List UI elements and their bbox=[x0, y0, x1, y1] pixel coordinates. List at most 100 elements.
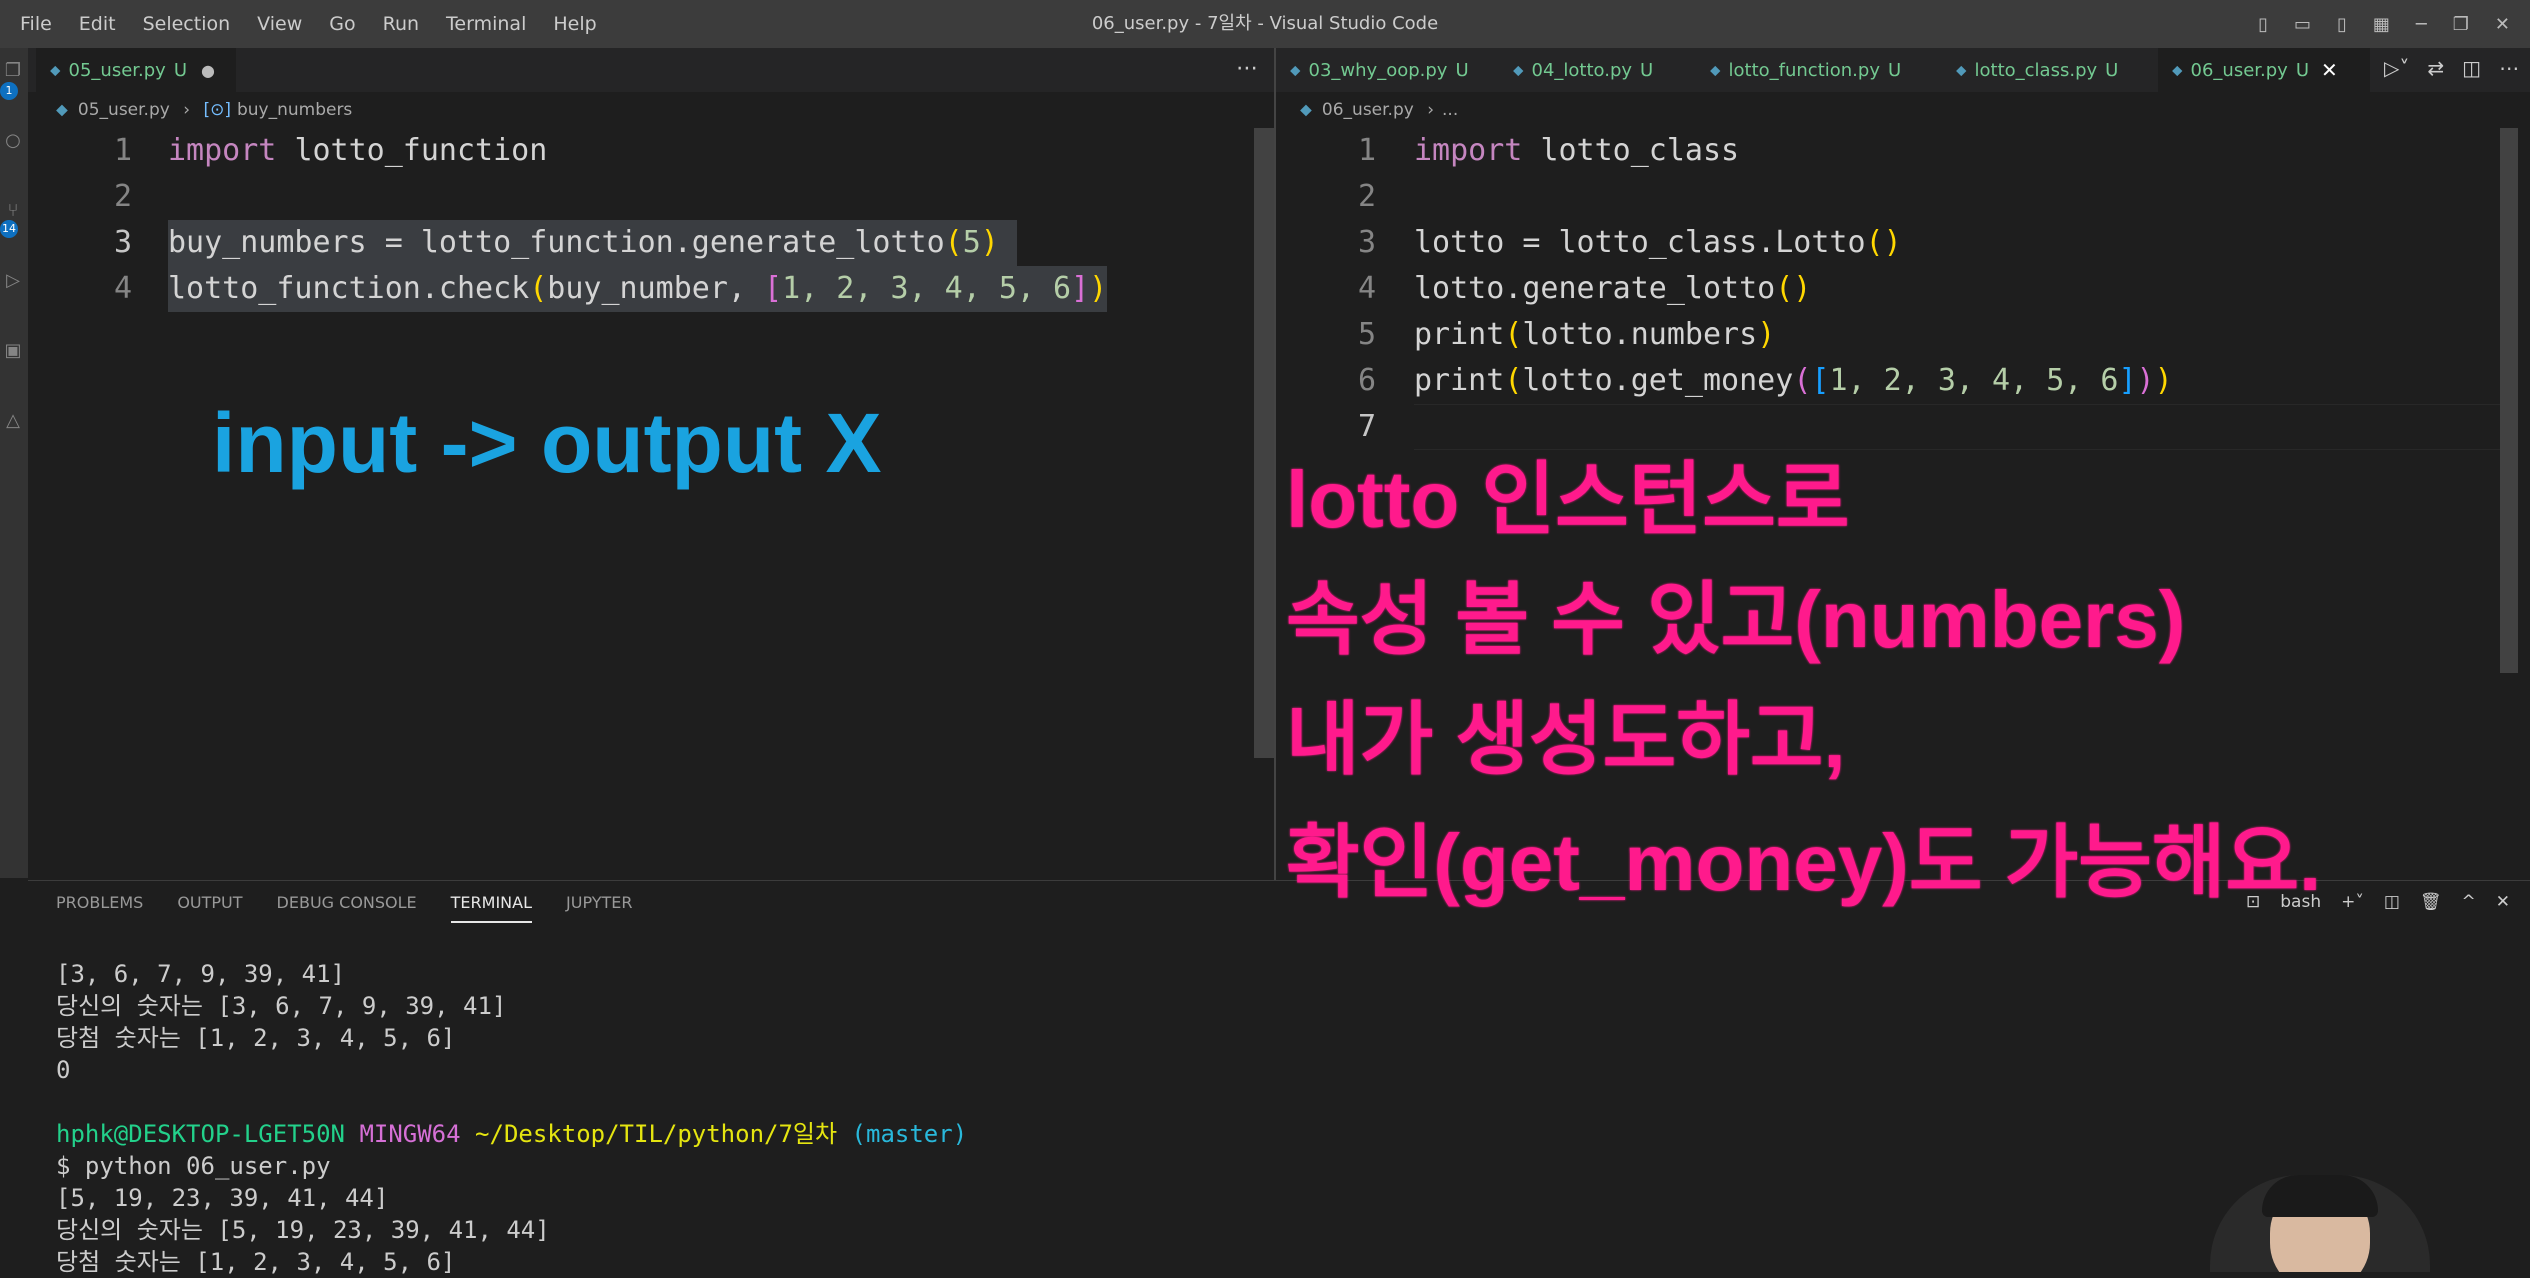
left-tab-bar: ⬥ 05_user.py U ● ⋯ bbox=[28, 48, 1274, 92]
tab-debug-console[interactable]: DEBUG CONSOLE bbox=[277, 893, 417, 923]
new-terminal-icon[interactable]: +˅ bbox=[2341, 892, 2364, 912]
tab-04-lotto[interactable]: ⬥ 04_lotto.py U bbox=[1499, 48, 1694, 92]
search-icon[interactable]: ○ bbox=[2, 130, 24, 152]
line-number: 2 bbox=[113, 179, 132, 214]
python-file-icon: ⬥ bbox=[1300, 100, 1312, 120]
line-number: 4 bbox=[1357, 271, 1376, 306]
line-number: 2 bbox=[1357, 179, 1376, 214]
menu-view[interactable]: View bbox=[257, 13, 302, 35]
code-line-3: lotto = lotto_class.Lotto() bbox=[1414, 225, 1902, 260]
explorer-badge: 1 bbox=[0, 82, 18, 100]
tab-03-why-oop[interactable]: ⬥ 03_why_oop.py U bbox=[1276, 48, 1491, 92]
line-number: 3 bbox=[1357, 225, 1376, 260]
line-number: 1 bbox=[113, 133, 132, 168]
breadcrumb: ⬥ 05_user.py › [⊙] buy_numbers bbox=[56, 92, 352, 128]
python-file-icon: ⬥ bbox=[1956, 61, 1967, 79]
tab-label: 05_user.py bbox=[68, 59, 166, 81]
toggle-secondary-sidebar-icon[interactable]: ▯ bbox=[2337, 14, 2347, 35]
line-number: 3 bbox=[113, 225, 132, 260]
editor-divider[interactable] bbox=[1274, 48, 1276, 880]
python-file-icon: ⬥ bbox=[1513, 61, 1524, 79]
extensions-icon[interactable]: ▣ bbox=[2, 340, 24, 362]
kill-terminal-icon[interactable]: 🗑 bbox=[2420, 892, 2442, 912]
annotation-blue: input -> output X bbox=[212, 396, 882, 490]
python-file-icon: ⬥ bbox=[50, 61, 61, 79]
python-file-icon: ⬥ bbox=[1710, 61, 1721, 79]
tab-lotto-class[interactable]: ⬥ lotto_class.py U bbox=[1942, 48, 2157, 92]
split-editor-icon[interactable]: ◫ bbox=[2462, 56, 2481, 80]
split-terminal-icon[interactable]: ◫ bbox=[2384, 892, 2400, 912]
customize-layout-icon[interactable]: ▦ bbox=[2373, 14, 2390, 35]
terminal-line: 당신의 숫자는 [5, 19, 23, 39, 41, 44] bbox=[56, 1216, 550, 1244]
person-hair bbox=[2262, 1175, 2378, 1217]
annotation-pink-2: 속성 볼 수 있고(numbers) bbox=[1286, 575, 2186, 664]
right-tab-bar: ⬥ 03_why_oop.py U ⬥ 04_lotto.py U ⬥ lotto_fun… bbox=[1276, 48, 2530, 92]
menu-edit[interactable]: Edit bbox=[79, 13, 116, 35]
tab-status: U bbox=[173, 59, 188, 81]
terminal-line: [5, 19, 23, 39, 41, 44] bbox=[56, 1184, 389, 1212]
tab-jupyter[interactable]: JUPYTER bbox=[566, 893, 633, 923]
minimize-button[interactable]: ─ bbox=[2416, 14, 2427, 35]
more-actions-icon[interactable]: ⋯ bbox=[1236, 56, 1258, 81]
source-control-icon[interactable]: ⑂ bbox=[2, 200, 24, 222]
terminal-line: 당신의 숫자는 [3, 6, 7, 9, 39, 41] bbox=[56, 992, 507, 1020]
left-scrollbar[interactable] bbox=[1254, 128, 1274, 758]
close-tab-icon[interactable]: ✕ bbox=[2321, 58, 2338, 82]
menu-run[interactable]: Run bbox=[383, 13, 419, 35]
python-file-icon: ⬥ bbox=[1290, 61, 1301, 79]
breadcrumb-symbol[interactable]: buy_numbers bbox=[237, 100, 352, 120]
toggle-panel-icon[interactable]: ▭ bbox=[2294, 14, 2311, 35]
run-icon[interactable]: ▷˅ bbox=[2384, 56, 2409, 80]
terminal-line: 0 bbox=[56, 1056, 71, 1084]
tab-05-user[interactable]: ⬥ 05_user.py U ● bbox=[36, 48, 236, 92]
terminal-line: $ python 06_user.py bbox=[56, 1152, 331, 1180]
toggle-sidebar-icon[interactable]: ▯ bbox=[2258, 14, 2268, 35]
activity-bar bbox=[0, 48, 28, 878]
line-number: 1 bbox=[1357, 133, 1376, 168]
testing-icon[interactable]: △ bbox=[2, 410, 24, 432]
line-number: 5 bbox=[1357, 317, 1376, 352]
tab-problems[interactable]: PROBLEMS bbox=[56, 893, 143, 923]
terminal-prompt: hphk@DESKTOP-LGET50N MINGW64 ~/Desktop/T… bbox=[56, 1120, 968, 1148]
chevron-right-icon: › bbox=[183, 100, 191, 120]
explorer-icon[interactable]: ❐ bbox=[2, 60, 24, 82]
more-actions-icon[interactable]: ⋯ bbox=[2499, 56, 2519, 80]
code-line-6: print(lotto.get_money([1, 2, 3, 4, 5, 6]… bbox=[1414, 363, 2173, 398]
python-file-icon: ⬥ bbox=[2172, 61, 2183, 79]
compare-icon[interactable]: ⇄ bbox=[2427, 56, 2444, 80]
tab-output[interactable]: OUTPUT bbox=[177, 893, 242, 923]
menu-go[interactable]: Go bbox=[329, 13, 355, 35]
unsaved-dot-icon[interactable]: ● bbox=[201, 61, 215, 80]
close-window-button[interactable]: ✕ bbox=[2495, 14, 2510, 35]
tab-terminal[interactable]: TERMINAL bbox=[450, 893, 533, 923]
breadcrumb-file[interactable]: 06_user.py bbox=[1322, 100, 1414, 120]
code-line-3: buy_numbers = lotto_function.generate_lo… bbox=[168, 220, 1017, 266]
annotation-pink-4: 확인(get_money)도 가능해요. bbox=[1286, 818, 2322, 907]
annotation-pink-1: lotto 인스턴스로 bbox=[1286, 455, 1850, 544]
tab-06-user[interactable]: ⬥ 06_user.py U ✕ bbox=[2158, 48, 2370, 92]
menu-file[interactable]: File bbox=[20, 13, 52, 35]
breadcrumb-right: ⬥ 06_user.py ›... bbox=[1300, 92, 1458, 128]
panel-tabs: PROBLEMS OUTPUT DEBUG CONSOLE TERMINAL J… bbox=[56, 893, 633, 923]
terminal-line: 당첨 숫자는 [1, 2, 3, 4, 5, 6] bbox=[56, 1248, 456, 1276]
code-line-4: lotto.generate_lotto() bbox=[1414, 271, 1812, 306]
close-panel-icon[interactable]: ✕ bbox=[2496, 892, 2510, 912]
tab-lotto-function[interactable]: ⬥ lotto_function.py U bbox=[1696, 48, 1944, 92]
breadcrumb-rest[interactable]: ... bbox=[1442, 100, 1458, 120]
menu-selection[interactable]: Selection bbox=[143, 13, 231, 35]
terminal-line: 당첨 숫자는 [1, 2, 3, 4, 5, 6] bbox=[56, 1024, 456, 1052]
variable-icon: [⊙] bbox=[203, 100, 231, 120]
window-controls: ▯ ▭ ▯ ▦ ─ ❐ ✕ bbox=[2258, 0, 2510, 48]
maximize-panel-icon[interactable]: ^ bbox=[2462, 892, 2476, 912]
run-debug-icon[interactable]: ▷ bbox=[2, 270, 24, 292]
code-line-1: import lotto_class bbox=[1414, 133, 1740, 168]
breadcrumb-file[interactable]: 05_user.py bbox=[78, 100, 170, 120]
menu-terminal[interactable]: Terminal bbox=[446, 13, 526, 35]
code-line-4: lotto_function.check(buy_number, [1, 2, … bbox=[168, 266, 1108, 312]
right-scrollbar[interactable] bbox=[2500, 128, 2518, 673]
code-line-1: import lotto_function bbox=[168, 133, 548, 168]
python-file-icon: ⬥ bbox=[56, 100, 68, 120]
restore-button[interactable]: ❐ bbox=[2453, 14, 2469, 35]
annotation-pink-3: 내가 생성도하고, bbox=[1286, 695, 1846, 784]
menu-help[interactable]: Help bbox=[553, 13, 596, 35]
